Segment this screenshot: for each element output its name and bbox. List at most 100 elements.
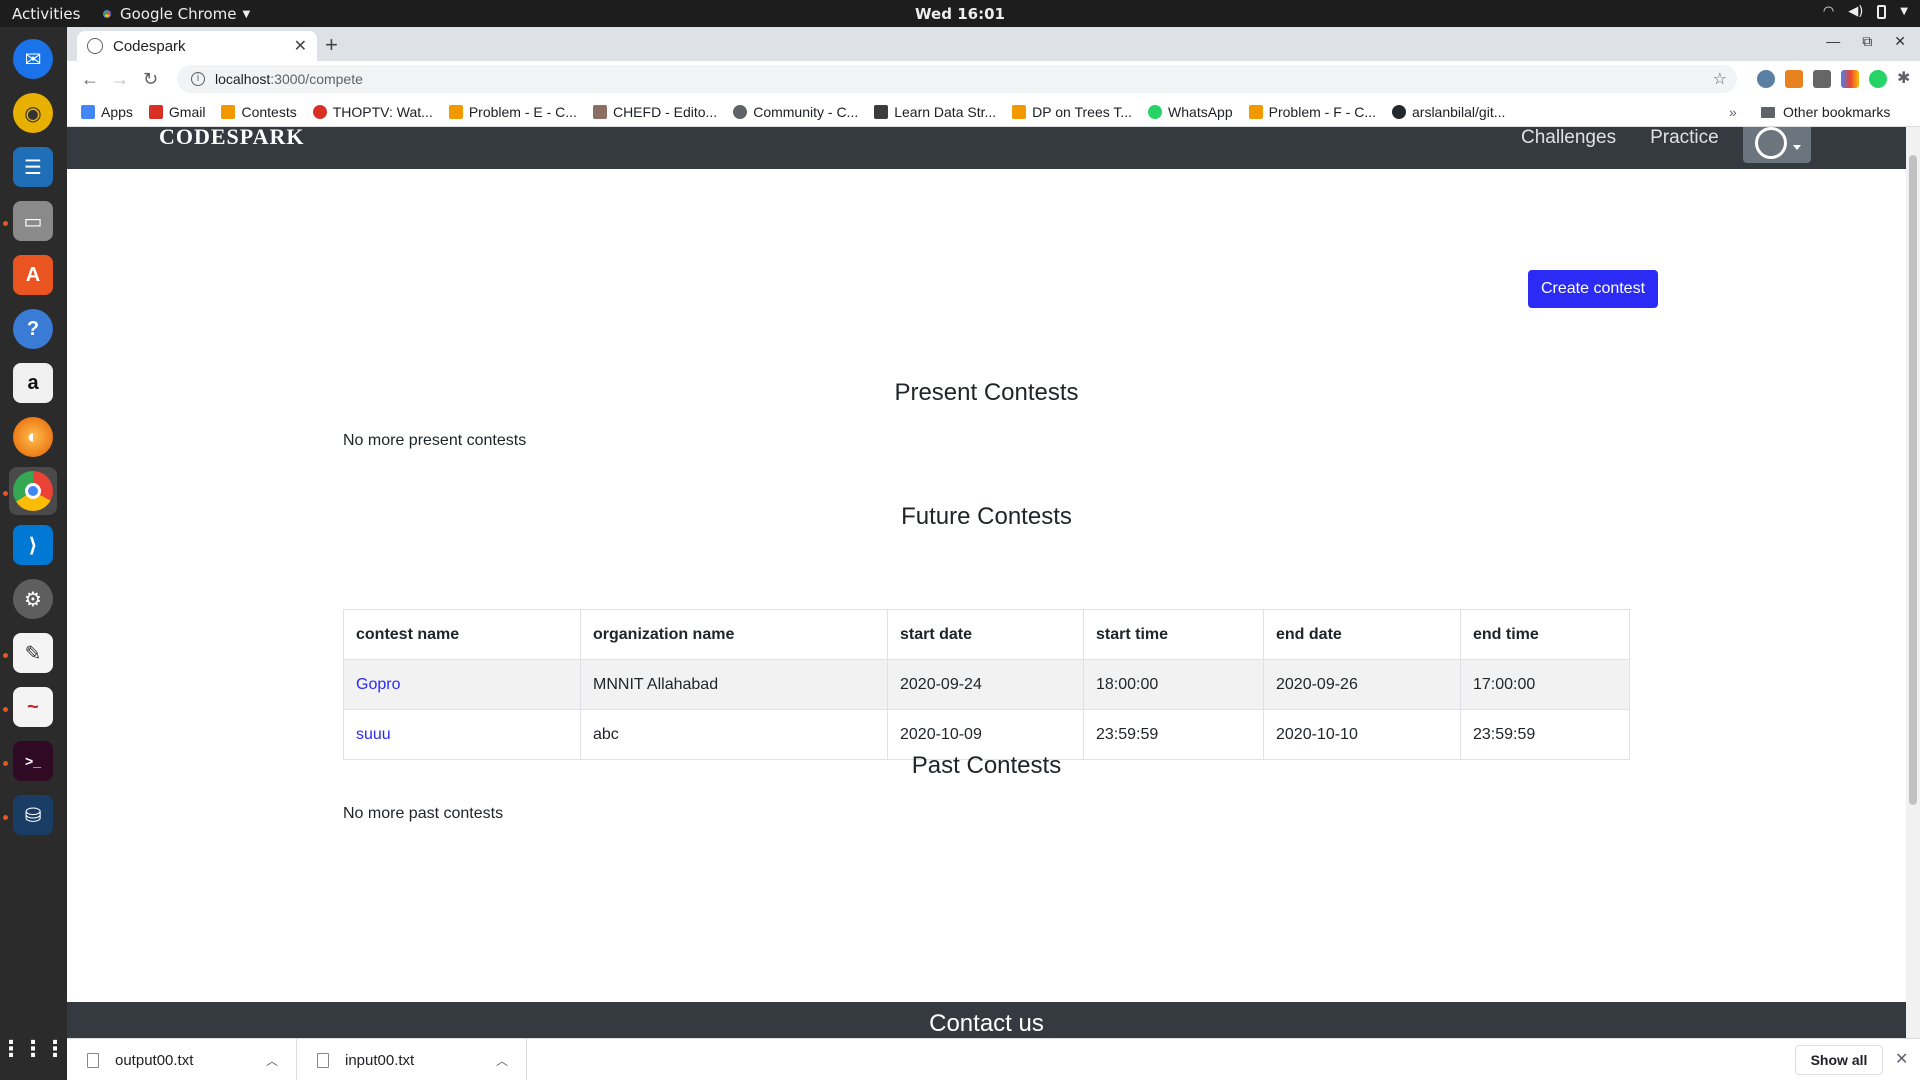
- close-window-icon[interactable]: ✕: [1894, 33, 1906, 50]
- nav-practice[interactable]: Practice: [1650, 127, 1719, 149]
- table-row: Gopro MNNIT Allahabad 2020-09-24 18:00:0…: [343, 659, 1630, 710]
- running-indicator: [3, 491, 8, 496]
- column-header: start date: [887, 609, 1084, 660]
- dock-mysql-workbench[interactable]: ⛁: [9, 791, 57, 839]
- table-cell: 17:00:00: [1460, 659, 1630, 710]
- bookmark-label: Learn Data Str...: [894, 103, 997, 120]
- contest-link[interactable]: suuu: [356, 726, 391, 743]
- bookmark-item[interactable]: CHEFD - Edito...: [592, 103, 718, 120]
- bookmark-item[interactable]: WhatsApp: [1148, 104, 1233, 120]
- software-icon: A: [13, 255, 53, 295]
- chevron-down-icon: ▼: [1900, 6, 1908, 17]
- past-contests-empty: No more past contests: [343, 805, 504, 822]
- reload-button[interactable]: ↻: [143, 69, 158, 90]
- chevron-down-icon: [1793, 144, 1801, 150]
- chevron-up-icon[interactable]: ︿: [496, 1052, 508, 1069]
- bookmark-star-icon[interactable]: ☆: [1713, 69, 1727, 89]
- download-item[interactable]: output00.txt ︿: [67, 1039, 297, 1080]
- bookmark-label: CHEFD - Edito...: [612, 103, 718, 120]
- file-icon: [87, 1052, 99, 1068]
- bookmark-item[interactable]: DP on Trees T...: [1012, 104, 1132, 120]
- extension-icon[interactable]: [1757, 70, 1775, 88]
- column-header: contest name: [343, 609, 581, 660]
- new-tab-button[interactable]: +: [325, 32, 338, 58]
- whatsapp-extension-icon[interactable]: [1869, 70, 1887, 88]
- download-item[interactable]: input00.txt ︿: [297, 1039, 527, 1080]
- create-contest-button[interactable]: Create contest: [1528, 270, 1658, 308]
- extension-icon[interactable]: [1841, 70, 1859, 88]
- dock-amazon[interactable]: a: [9, 359, 57, 407]
- contest-link[interactable]: Gopro: [356, 676, 400, 693]
- bookmark-item[interactable]: Contests: [221, 104, 297, 120]
- text-editor-icon: ✎: [13, 633, 53, 673]
- bars-icon: [1248, 104, 1263, 119]
- file-icon: [317, 1052, 329, 1068]
- user-avatar-icon: [1755, 127, 1787, 159]
- dock-text-editor[interactable]: ✎: [9, 629, 57, 677]
- site-brand[interactable]: CODESPARK: [159, 127, 305, 150]
- pdf-viewer-icon: ~: [13, 687, 53, 727]
- cc-icon: [874, 104, 889, 119]
- bookmark-item[interactable]: THOPTV: Wat...: [312, 104, 433, 120]
- system-tray[interactable]: ◠ ◀) ▼: [1823, 4, 1908, 19]
- scrollbar-thumb[interactable]: [1909, 155, 1917, 805]
- whatsapp-icon: [1148, 104, 1163, 119]
- bookmarks-overflow-button[interactable]: »: [1729, 104, 1737, 120]
- show-all-downloads-button[interactable]: Show all: [1795, 1045, 1883, 1075]
- other-bookmarks-folder[interactable]: Other bookmarks: [1761, 104, 1890, 120]
- bookmark-label: arslanbilal/git...: [1412, 103, 1506, 120]
- bookmark-item[interactable]: arslanbilal/git...: [1392, 104, 1505, 120]
- bookmark-label: Problem - E - C...: [468, 103, 577, 120]
- browser-toolbar: ← → ↻ i localhost:3000/compete ☆ ✱ ⋮: [67, 61, 1920, 97]
- info-icon[interactable]: i: [191, 72, 205, 86]
- puzzle-icon[interactable]: ✱: [1897, 70, 1915, 88]
- dock-settings[interactable]: ⚙: [9, 575, 57, 623]
- close-tab-icon[interactable]: ✕: [294, 36, 307, 56]
- close-icon[interactable]: ✕: [1895, 1049, 1908, 1069]
- dock-vscode[interactable]: ⟩: [9, 521, 57, 569]
- bookmark-item[interactable]: Learn Data Str...: [874, 104, 996, 120]
- dock-help[interactable]: ?: [9, 305, 57, 353]
- bookmark-item[interactable]: Problem - E - C...: [448, 103, 577, 120]
- other-bookmarks-label: Other bookmarks: [1783, 104, 1891, 120]
- globe-icon: [733, 104, 748, 119]
- bookmark-item[interactable]: Community - C...: [733, 104, 858, 120]
- forward-button[interactable]: →: [111, 69, 129, 90]
- cube-icon[interactable]: [1813, 70, 1831, 88]
- url-path: :3000/compete: [270, 71, 363, 87]
- footer: Contact us: [67, 1002, 1906, 1038]
- show-applications-button[interactable]: ⋮⋮⋮: [0, 1025, 66, 1073]
- future-contests-table: contest name organization name start dat…: [343, 609, 1630, 760]
- clock[interactable]: Wed 16:01: [0, 5, 1920, 23]
- files-icon: ▭: [13, 201, 53, 241]
- dock-thunderbird[interactable]: ✉: [9, 35, 57, 83]
- page-scrollbar[interactable]: [1906, 127, 1920, 1038]
- dock-writer[interactable]: ☰: [9, 143, 57, 191]
- dock-chrome[interactable]: [9, 467, 57, 515]
- tab-codespark[interactable]: Codespark ✕: [77, 31, 317, 61]
- column-header: start time: [1083, 609, 1264, 660]
- restore-icon[interactable]: ⧉: [1862, 33, 1872, 50]
- nav-challenges[interactable]: Challenges: [1521, 127, 1616, 149]
- running-indicator: [3, 653, 8, 658]
- vscode-icon: ⟩: [13, 525, 53, 565]
- address-bar[interactable]: i localhost:3000/compete ☆: [177, 65, 1737, 93]
- bookmark-item[interactable]: Problem - F - C...: [1248, 104, 1376, 120]
- dock-terminal[interactable]: >_: [9, 737, 57, 785]
- minimize-icon[interactable]: —: [1826, 33, 1840, 50]
- chevron-up-icon[interactable]: ︿: [266, 1052, 278, 1069]
- user-menu-button[interactable]: [1743, 127, 1811, 163]
- metamask-icon[interactable]: [1785, 70, 1803, 88]
- apps-grid-icon: ⋮⋮⋮: [0, 1036, 66, 1061]
- back-button[interactable]: ←: [81, 69, 99, 90]
- bookmark-item[interactable]: Apps: [81, 104, 133, 120]
- bookmark-item[interactable]: Gmail: [148, 104, 205, 120]
- amazon-icon: a: [13, 363, 53, 403]
- table-cell: 18:00:00: [1083, 659, 1264, 710]
- dock-rhythmbox[interactable]: ◉: [9, 89, 57, 137]
- download-shelf: output00.txt ︿ input00.txt ︿ Show all ✕: [67, 1038, 1920, 1080]
- dock-firefox[interactable]: ◐: [9, 413, 57, 461]
- dock-software[interactable]: A: [9, 251, 57, 299]
- dock-files[interactable]: ▭: [9, 197, 57, 245]
- dock-document-viewer[interactable]: ~: [9, 683, 57, 731]
